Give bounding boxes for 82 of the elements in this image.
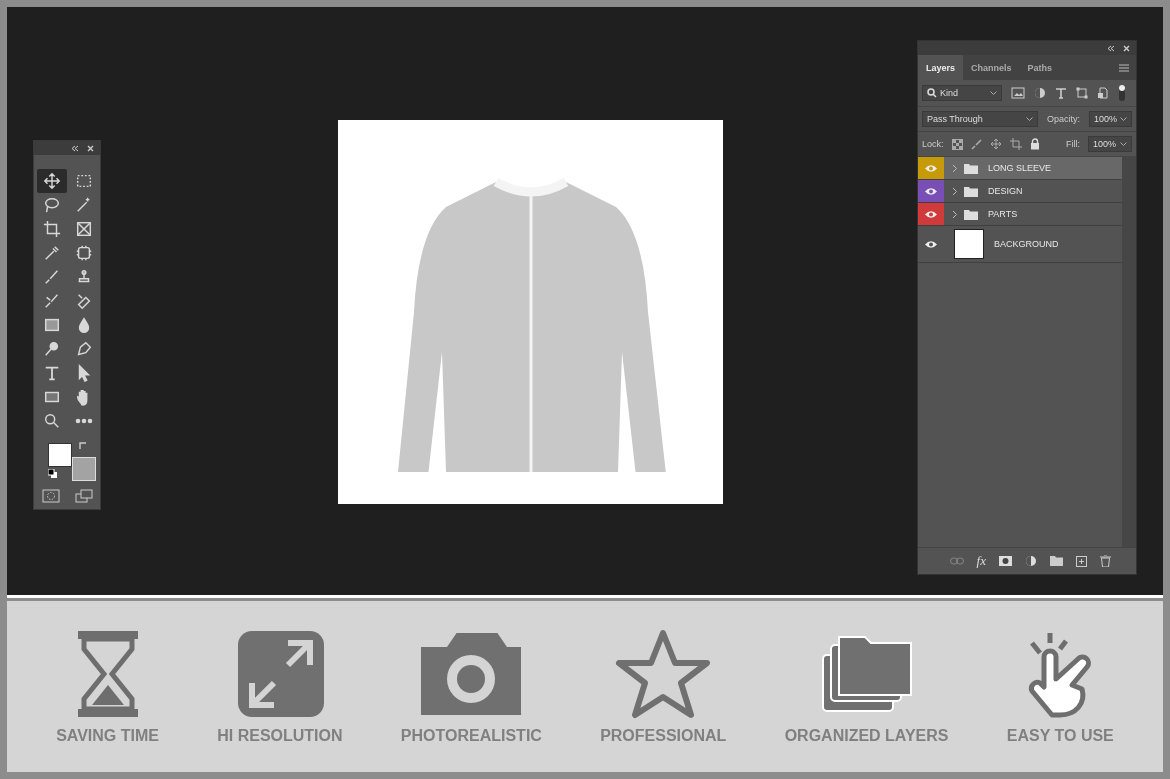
filter-dropdown[interactable]: Kind (922, 85, 1002, 101)
layer-name: BACKGROUND (994, 239, 1059, 249)
more-tool-icon (75, 418, 93, 424)
chevron-icon[interactable] (952, 186, 958, 196)
caret-icon (1120, 117, 1127, 121)
lock-label: Lock: (922, 139, 944, 149)
layer-name: DESIGN (988, 186, 1023, 196)
type-filter-icon[interactable] (1055, 87, 1067, 99)
background-color-swatch[interactable] (72, 457, 96, 481)
new-layer-icon[interactable] (1076, 555, 1087, 567)
gradient-tool-icon (43, 316, 61, 334)
close-icon[interactable] (87, 144, 94, 152)
lock-icon[interactable] (1029, 138, 1040, 150)
collapse-icon[interactable] (71, 144, 79, 152)
swap-colors-icon[interactable] (78, 441, 88, 451)
marquee-tool-icon (75, 172, 93, 190)
layer-row[interactable]: DESIGN (918, 180, 1122, 203)
eraser-tool-icon (75, 292, 93, 310)
layer-row[interactable]: BACKGROUND (918, 226, 1122, 263)
blend-mode-dropdown[interactable]: Pass Through (922, 111, 1038, 127)
feature-label: SAVING TIME (56, 726, 159, 745)
layer-row[interactable]: LONG SLEEVE (918, 157, 1122, 180)
chevron-icon[interactable] (952, 209, 958, 219)
layer-row[interactable]: PARTS (918, 203, 1122, 226)
folder-icon (964, 208, 978, 220)
filter-value: Kind (940, 88, 958, 98)
mask-icon[interactable] (999, 556, 1012, 566)
trash-icon[interactable] (1100, 555, 1111, 567)
fill-label: Fill: (1066, 139, 1080, 149)
lasso-tool-icon (43, 196, 61, 214)
layer-thumbnail (954, 229, 984, 259)
crop-tool-icon (43, 220, 61, 238)
crop-icon[interactable] (1009, 138, 1022, 150)
folder-icon (964, 162, 978, 174)
zoom-tool-icon (43, 412, 61, 430)
move-tool-icon (43, 172, 61, 190)
feature-label: PROFESSIONAL (600, 726, 727, 745)
eye-icon[interactable] (924, 239, 938, 249)
caret-icon (990, 91, 997, 95)
search-icon (927, 88, 937, 98)
caret-icon (1120, 142, 1127, 146)
chevron-icon[interactable] (952, 163, 958, 173)
folder-icon (964, 185, 978, 197)
close-icon[interactable] (1123, 44, 1130, 52)
brush-icon[interactable] (970, 138, 982, 150)
feature-label: PHOTOREALISTIC (400, 726, 542, 745)
foreground-color-swatch[interactable] (48, 443, 72, 467)
move-icon[interactable] (989, 138, 1002, 150)
image-filter-icon[interactable] (1011, 87, 1025, 99)
tool-button[interactable] (37, 169, 67, 193)
adjustment-icon[interactable] (1025, 555, 1037, 567)
adjustment-filter-icon[interactable] (1034, 87, 1046, 99)
feature-label: HI RESOLUTION (217, 726, 343, 745)
layer-name: LONG SLEEVE (988, 163, 1052, 173)
screen-mode-icon[interactable] (74, 489, 93, 503)
fill-field[interactable]: 100% (1088, 136, 1132, 152)
feature-label: EASY TO USE (1006, 726, 1114, 745)
eye-icon[interactable] (924, 186, 938, 196)
filter-toggle-icon[interactable] (1118, 84, 1126, 102)
layer-style-button[interactable]: fx (976, 553, 986, 569)
pen-tool-icon (75, 340, 93, 358)
folder-icon[interactable] (1050, 556, 1063, 566)
collapse-icon[interactable] (1107, 44, 1115, 52)
shape-filter-icon[interactable] (1076, 87, 1088, 99)
eyedropper-tool-icon (43, 244, 61, 262)
panel-tab[interactable]: Paths (1019, 55, 1061, 80)
opacity-field[interactable]: 100% (1088, 111, 1132, 127)
feature-label: ORGANIZED LAYERS (784, 726, 949, 745)
frame-tool-icon (75, 220, 93, 238)
dodge-tool-icon (43, 340, 61, 358)
caret-icon (1025, 117, 1033, 121)
brush-tool-icon (43, 268, 61, 286)
panel-tab[interactable]: Channels (963, 55, 1020, 80)
quick-mask-icon[interactable] (41, 489, 60, 503)
type-tool-icon (43, 364, 61, 382)
layer-name: PARTS (988, 209, 1018, 219)
menu-icon[interactable] (1118, 62, 1130, 73)
opacity-label: Opacity: (1046, 114, 1080, 124)
default-colors-icon[interactable] (48, 469, 58, 479)
eye-icon[interactable] (924, 209, 938, 219)
checkerboard-icon[interactable] (951, 138, 963, 150)
panel-tab[interactable]: Layers (918, 55, 964, 80)
